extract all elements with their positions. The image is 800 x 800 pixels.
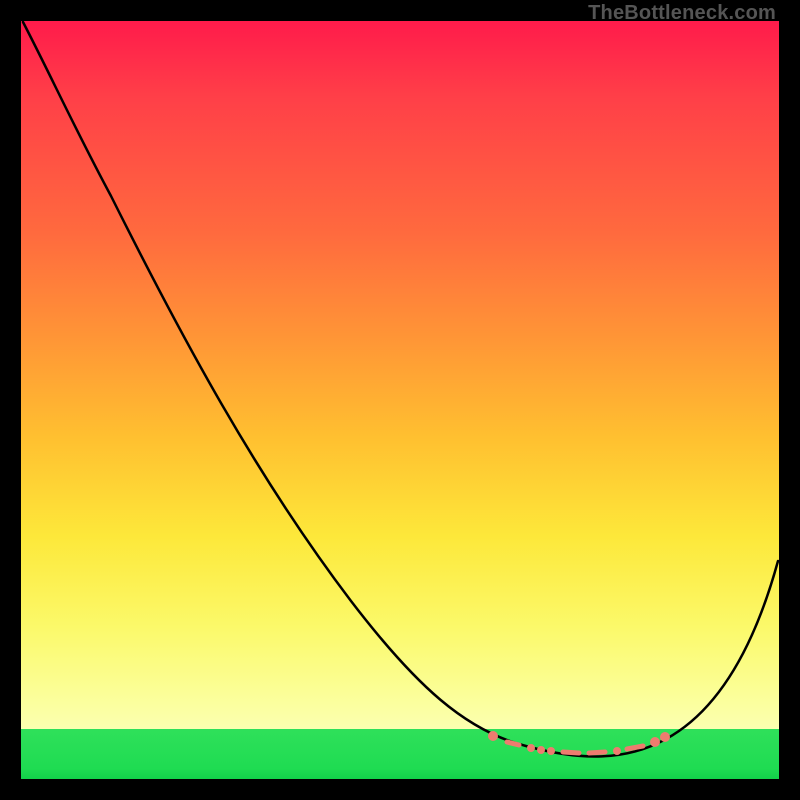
highlight-dot-end-a: [650, 737, 660, 747]
highlight-dot-2c: [547, 747, 555, 755]
highlight-dash-3: [589, 752, 605, 753]
highlight-dash-4: [627, 746, 643, 749]
highlight-dot-2a: [527, 744, 535, 752]
highlight-dot-3: [613, 747, 621, 755]
highlight-dash-1: [507, 742, 519, 745]
chart-svg: [21, 21, 779, 779]
highlight-dash-2: [563, 752, 579, 753]
highlight-dot-end-b: [660, 732, 670, 742]
chart-frame: [21, 21, 779, 779]
attribution-text: TheBottleneck.com: [588, 2, 776, 25]
bottleneck-curve-path: [23, 22, 778, 756]
highlight-dot-2b: [537, 746, 545, 754]
highlight-dot-start: [488, 731, 498, 741]
